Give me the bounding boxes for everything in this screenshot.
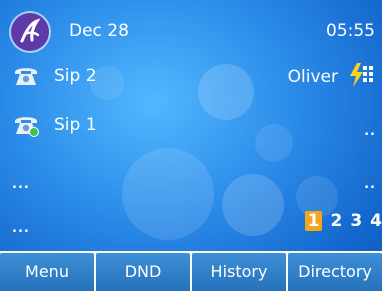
line-label: Sip 1 [54,115,97,135]
bolt-keypad-icon[interactable] [347,62,377,88]
line-key-sip-1[interactable]: Sip 1 [12,113,97,137]
page-4-indicator[interactable]: 4 [370,211,382,231]
empty-line-key[interactable]: .. [364,124,376,139]
empty-line-key[interactable]: .. [364,177,376,192]
brand-logo-icon [11,13,49,51]
empty-line-key[interactable]: ... [12,177,30,192]
date-display: Dec 28 [69,21,129,41]
phone-screen: Dec 28 05:55 Sip 2 Sip 1 Oliver ... ... … [0,0,382,291]
empty-line-key[interactable]: ... [12,221,30,236]
phone-icon [12,64,40,88]
bokeh-decoration [222,174,284,236]
bokeh-decoration [198,64,254,120]
line-key-sip-2[interactable]: Sip 2 [12,64,97,88]
history-softkey[interactable]: History [192,253,286,291]
bokeh-decoration [122,148,214,240]
softkey-bar: Menu DND History Directory [0,251,382,291]
dnd-softkey[interactable]: DND [96,253,190,291]
directory-softkey[interactable]: Directory [288,253,382,291]
phone-registered-icon [12,113,40,137]
menu-softkey[interactable]: Menu [0,253,94,291]
contact-name[interactable]: Oliver [288,67,338,87]
page-3-indicator[interactable]: 3 [350,211,362,231]
line-label: Sip 2 [54,66,97,86]
time-display: 05:55 [326,21,375,41]
page-1-indicator[interactable]: 1 [304,211,323,231]
page-2-indicator[interactable]: 2 [330,211,342,231]
bokeh-decoration [255,124,293,162]
page-indicator: 1 2 3 4 [304,211,382,231]
